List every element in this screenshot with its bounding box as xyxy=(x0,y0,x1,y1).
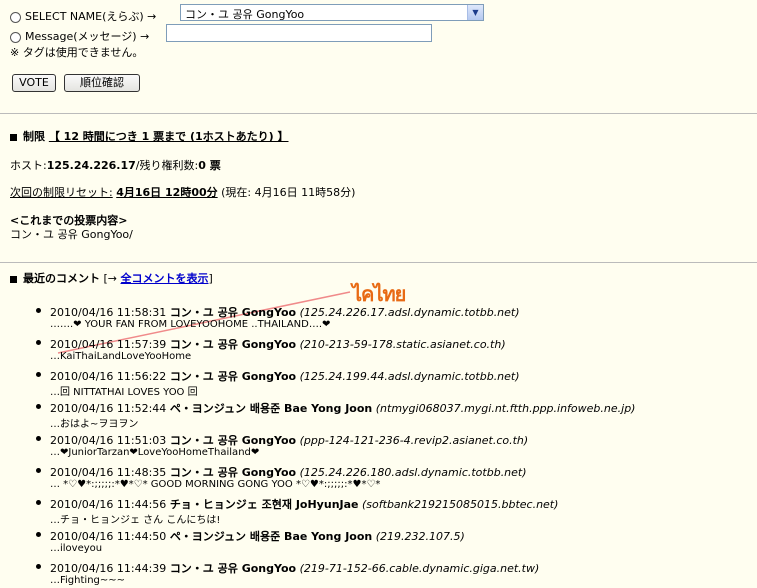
comment-host: (ppp-124-121-236-4.revip2.asianet.co.th) xyxy=(299,434,529,447)
comment-author: コン・ユ 공유 GongYoo xyxy=(169,338,297,351)
comment-item: 2010/04/16 11:52:44 ペ・ヨンジュン 배용준 Bae Yong… xyxy=(0,396,757,430)
comment-list: 2010/04/16 11:58:31 コン・ユ 공유 GongYoo (125… xyxy=(0,300,757,588)
comment-author: ペ・ヨンジュン 배용준 Bae Yong Joon xyxy=(169,530,373,543)
comment-item: 2010/04/16 11:44:56 チョ・ヒョンジェ 조현재 JoHyunJ… xyxy=(0,492,757,526)
comment-author: コン・ユ 공유 GongYoo xyxy=(169,434,297,447)
comment-host: (125.24.226.180.adsl.dynamic.totbb.net) xyxy=(299,466,527,479)
comment-author: コン・ユ 공유 GongYoo xyxy=(169,562,297,575)
comment-message: … *♡♥*:;;;;;:*♥*♡* GOOD MORNING GONG YOO… xyxy=(50,479,381,490)
comment-host: (219-71-152-66.cable.dynamic.giga.net.tw… xyxy=(299,562,540,575)
comment-item: 2010/04/16 11:56:22 コン・ユ 공유 GongYoo (125… xyxy=(0,364,757,398)
comment-host: (219.232.107.5) xyxy=(375,530,465,543)
bullet-icon xyxy=(36,436,41,441)
comment-message: …….❤ YOUR FAN FROM LOVEYOOHOME ..THAILAN… xyxy=(50,319,331,330)
comment-host: (softbank219215085015.bbtec.net) xyxy=(362,498,559,511)
comment-datetime: 2010/04/16 11:57:39 xyxy=(50,338,167,351)
bullet-icon xyxy=(36,340,41,345)
comment-item: 2010/04/16 11:44:50 ペ・ヨンジュン 배용준 Bae Yong… xyxy=(0,524,757,556)
comment-datetime: 2010/04/16 11:48:35 xyxy=(50,466,167,479)
comment-message: …Fighting~~~ xyxy=(50,575,126,586)
bullet-icon xyxy=(36,468,41,473)
comment-datetime: 2010/04/16 11:44:39 xyxy=(50,562,167,575)
comment-item: 2010/04/16 11:51:03 コン・ユ 공유 GongYoo (ppp… xyxy=(0,428,757,460)
bullet-icon xyxy=(36,532,41,537)
comment-message: …iloveyou xyxy=(50,543,103,554)
comment-author: チョ・ヒョンジェ 조현재 JoHyunJae xyxy=(169,498,359,511)
bullet-icon xyxy=(36,564,41,569)
comment-host: (210-213-59-178.static.asianet.co.th) xyxy=(299,338,506,351)
comment-datetime: 2010/04/16 11:52:44 xyxy=(50,402,167,415)
bullet-icon xyxy=(36,372,41,377)
comment-message: …KaiThaiLandLoveYooHome xyxy=(50,351,192,362)
comment-host: (125.24.226.17.adsl.dynamic.totbb.net) xyxy=(299,306,520,319)
bullet-icon xyxy=(36,308,41,313)
comment-host: (125.24.199.44.adsl.dynamic.totbb.net) xyxy=(299,370,520,383)
comment-datetime: 2010/04/16 11:51:03 xyxy=(50,434,167,447)
bullet-icon xyxy=(36,500,41,505)
comment-datetime: 2010/04/16 11:56:22 xyxy=(50,370,167,383)
comment-item: 2010/04/16 11:57:39 コン・ユ 공유 GongYoo (210… xyxy=(0,332,757,364)
comment-datetime: 2010/04/16 11:58:31 xyxy=(50,306,167,319)
comment-message: …❤JuniorTarzan❤LoveYooHomeThailand❤ xyxy=(50,447,260,458)
comment-datetime: 2010/04/16 11:44:50 xyxy=(50,530,167,543)
comment-item: 2010/04/16 11:58:31 コン・ユ 공유 GongYoo (125… xyxy=(0,300,757,332)
bullet-icon xyxy=(36,404,41,409)
comment-host: (ntmygi068037.mygi.nt.ftth.ppp.infoweb.n… xyxy=(375,402,636,415)
comment-datetime: 2010/04/16 11:44:56 xyxy=(50,498,167,511)
comment-author: コン・ユ 공유 GongYoo xyxy=(169,370,297,383)
comment-author: ペ・ヨンジュン 배용준 Bae Yong Joon xyxy=(169,402,373,415)
comment-author: コン・ユ 공유 GongYoo xyxy=(169,306,297,319)
comment-author: コン・ユ 공유 GongYoo xyxy=(169,466,297,479)
comment-item: 2010/04/16 11:48:35 コン・ユ 공유 GongYoo (125… xyxy=(0,460,757,492)
comment-item: 2010/04/16 11:44:39 コン・ユ 공유 GongYoo (219… xyxy=(0,556,757,588)
